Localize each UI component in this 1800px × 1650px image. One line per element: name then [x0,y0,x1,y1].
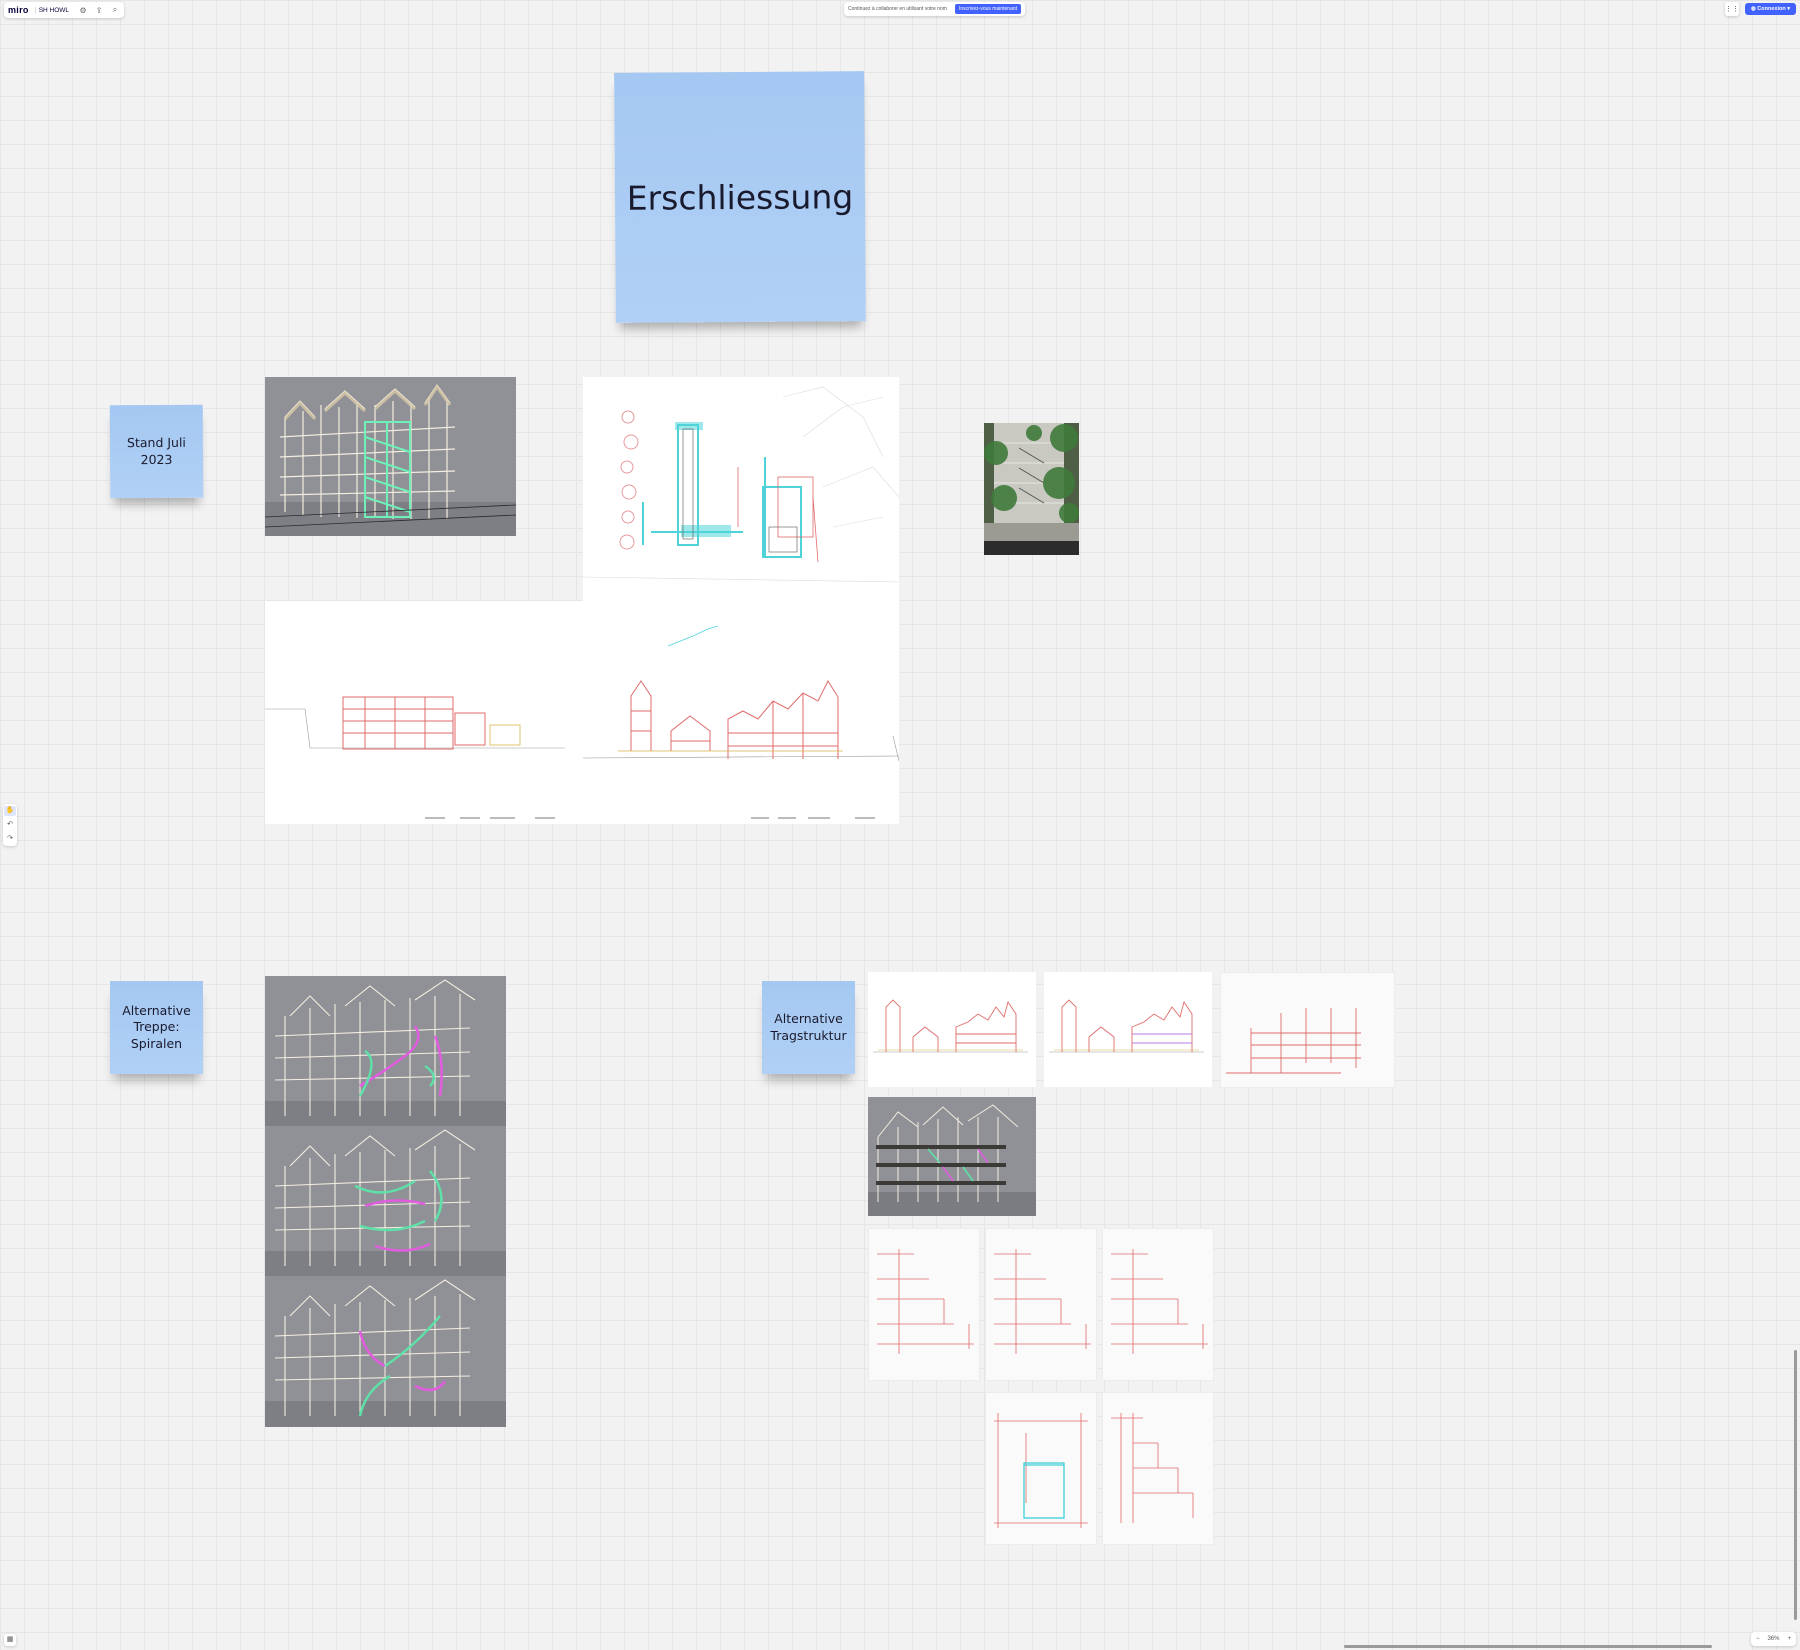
zoom-out-button[interactable]: − [1756,1636,1760,1642]
facade-photo[interactable] [984,423,1079,555]
site-plan-image[interactable] [583,377,899,601]
sticky-trag-line2: Tragstruktur [770,1027,847,1043]
board-name[interactable]: SH HOWL [34,6,72,14]
sticky-treppe-line3: Spiralen [130,1035,183,1051]
render-spiral-2[interactable] [265,1126,506,1276]
sticky-note-treppe[interactable]: Alternative Treppe: Spiralen [110,981,203,1074]
undo-icon[interactable]: ↶ [4,820,16,830]
sticky-note-title[interactable]: Erschliessung [614,71,866,323]
zoom-controls: − 36% + [1750,1632,1796,1646]
frames-icon[interactable]: ▦ [4,1634,16,1646]
board-header: miro SH HOWL ⚙ ⇪ ⌕ [4,2,125,18]
sticky-note-stand[interactable]: Stand Juli 2023 [109,404,204,499]
search-icon[interactable]: ⌕ [110,5,120,15]
sticky-trag-line1: Alternative [774,1011,843,1027]
render-image-stand[interactable] [265,377,516,536]
alt-section-2[interactable] [1044,972,1212,1087]
alt-plan-5[interactable] [1102,1392,1214,1545]
redo-icon[interactable]: ↷ [4,834,16,844]
login-button[interactable]: ◍ Connexion ▾ [1744,3,1796,15]
render-spiral-3[interactable] [265,1276,506,1427]
sticky-title-text: Erschliessung [626,176,854,218]
alt-section-1[interactable] [868,972,1036,1087]
alt-plan-4[interactable] [985,1392,1097,1545]
alt-plan-3[interactable] [1102,1228,1214,1381]
sticky-treppe-line2: Treppe: [133,1019,180,1035]
signup-button[interactable]: Inscrivez-vous maintenant [954,4,1022,14]
top-right-controls: ⋮⋮ ◍ Connexion ▾ [1724,2,1796,16]
alt-plan-2[interactable] [985,1228,1097,1381]
alt-detail-3[interactable] [1220,972,1395,1088]
banner-text: Continuez à collaborer en utilisant votr… [848,6,947,12]
elevation-drawing-left[interactable] [265,601,583,824]
login-label: Connexion [1757,6,1786,12]
horizontal-scrollbar[interactable] [1344,1645,1712,1648]
zoom-in-button[interactable]: + [1787,1636,1791,1642]
vertical-scrollbar[interactable] [1794,1350,1797,1620]
alt-render[interactable] [868,1097,1036,1216]
gear-icon[interactable]: ⚙ [78,6,88,15]
sticky-stand-line2: 2023 [140,451,173,467]
sticky-stand-line1: Stand Juli [126,435,186,451]
alt-plan-1[interactable] [868,1228,980,1381]
hand-icon[interactable]: ✋ [4,806,16,816]
left-toolbar: ✋ ↶ ↷ [3,804,17,846]
upload-icon[interactable]: ⇪ [94,6,104,15]
sticky-note-tragstruktur[interactable]: Alternative Tragstruktur [762,981,855,1074]
sticky-treppe-line1: Alternative [122,1003,191,1019]
zoom-level[interactable]: 36% [1767,1636,1779,1642]
section-drawing-right[interactable] [583,601,899,824]
miro-logo[interactable]: miro [8,5,29,15]
signup-banner: Continuez à collaborer en utilisant votr… [844,2,1026,16]
grid-icon[interactable]: ⋮⋮ [1724,2,1739,16]
render-spiral-1[interactable] [265,976,506,1126]
